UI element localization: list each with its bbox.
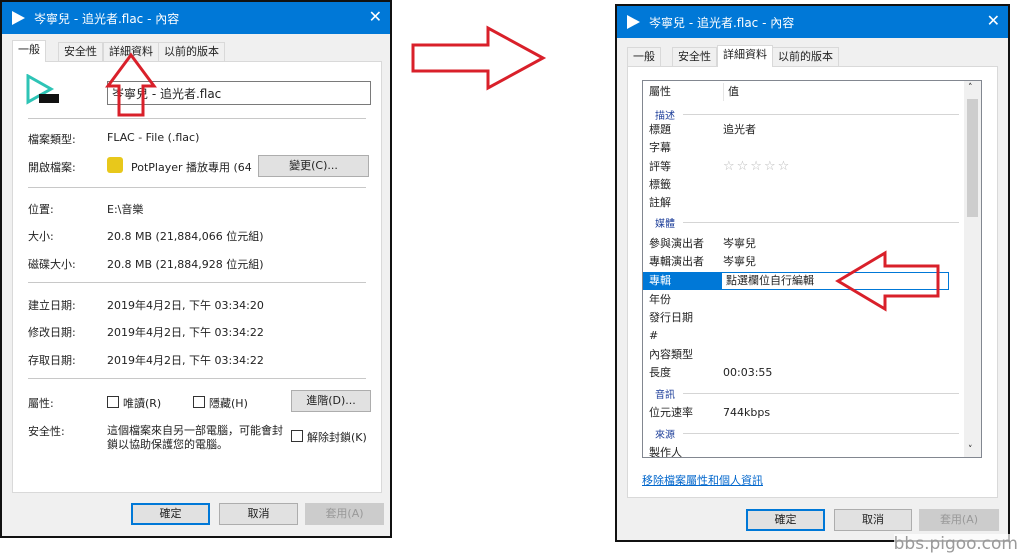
group-media: 媒體 — [655, 219, 675, 230]
row-title-value[interactable]: 追光者 — [723, 121, 756, 139]
scroll-up-icon[interactable]: ˄ — [968, 83, 973, 93]
modified-value: 2019年4月2日, 下午 03:34:22 — [107, 326, 264, 339]
watermark: bbs.pigoo.com — [893, 534, 1018, 554]
row-rating-key[interactable]: 評等 — [649, 158, 671, 176]
modified-label: 修改日期: — [28, 326, 76, 339]
hidden-checkbox[interactable] — [193, 396, 205, 408]
apply-button[interactable]: 套用(A) — [919, 509, 999, 531]
row-bitrate-value[interactable]: 744kbps — [723, 404, 770, 422]
group-description: 描述 — [655, 111, 675, 122]
tab-general[interactable]: 一般 — [627, 47, 661, 66]
rating-stars[interactable]: ☆☆☆☆☆ — [723, 158, 791, 176]
remove-properties-link[interactable]: 移除檔案屬性和個人資訊 — [642, 472, 763, 488]
close-icon[interactable]: ✕ — [987, 11, 1000, 30]
row-album-key[interactable]: 專輯 — [643, 272, 721, 290]
scroll-down-icon[interactable]: ˅ — [968, 445, 973, 455]
group-audio: 音訊 — [655, 390, 675, 401]
row-length-key[interactable]: 長度 — [649, 364, 671, 382]
row-bitrate-key[interactable]: 位元速率 — [649, 404, 693, 422]
general-panel: 岑寧兒 - 追光者.flac 檔案類型: FLAC - File (.flac)… — [12, 61, 382, 493]
apply-button[interactable]: 套用(A) — [305, 503, 384, 525]
unblock-label: 解除封鎖(K) — [307, 431, 367, 444]
flac-app-icon — [12, 11, 25, 25]
accessed-label: 存取日期: — [28, 354, 76, 367]
row-track-key[interactable]: # — [649, 327, 658, 345]
row-artist-key[interactable]: 參與演出者 — [649, 235, 704, 253]
opens-with-value: PotPlayer 播放專用 (64 — [131, 161, 252, 174]
ok-button[interactable]: 確定 — [746, 509, 825, 531]
row-comments-key[interactable]: 註解 — [649, 194, 671, 212]
size-value: 20.8 MB (21,884,066 位元組) — [107, 230, 264, 243]
row-producer-key[interactable]: 製作人 — [649, 444, 682, 457]
row-album-artist-value[interactable]: 岑寧兒 — [723, 253, 756, 271]
security-label: 安全性: — [28, 425, 65, 438]
file-type-label: 檔案類型: — [28, 133, 76, 146]
header-value[interactable]: 值 — [723, 83, 739, 101]
readonly-checkbox[interactable] — [107, 396, 119, 408]
accessed-value: 2019年4月2日, 下午 03:34:22 — [107, 354, 264, 367]
tab-general[interactable]: 一般 — [12, 40, 46, 62]
created-value: 2019年4月2日, 下午 03:34:20 — [107, 299, 264, 312]
tab-previous-versions[interactable]: 以前的版本 — [772, 47, 839, 66]
unblock-checkbox[interactable] — [291, 430, 303, 442]
row-year-key[interactable]: 年份 — [649, 291, 671, 309]
attributes-label: 屬性: — [28, 397, 54, 410]
dialog-title: 岑寧兒 - 追光者.flac - 內容 — [649, 15, 795, 30]
tab-details[interactable]: 詳細資料 — [717, 45, 773, 67]
disk-size-label: 磁碟大小: — [28, 258, 76, 271]
security-text-2: 鎖以協助保護您的電腦。 — [107, 438, 228, 451]
file-type-value: FLAC - File (.flac) — [107, 131, 200, 144]
right-arrow-annotation — [411, 25, 547, 91]
row-release-key[interactable]: 發行日期 — [649, 309, 693, 327]
title-bar: 岑寧兒 - 追光者.flac - 內容 ✕ — [617, 6, 1008, 38]
flac-file-icon — [26, 74, 59, 105]
row-title-key[interactable]: 標題 — [649, 121, 671, 139]
right-properties-dialog: 岑寧兒 - 追光者.flac - 內容 ✕ 一般 安全性 詳細資料 以前的版本 屬… — [615, 4, 1010, 542]
created-label: 建立日期: — [28, 299, 76, 312]
change-button[interactable]: 變更(C)... — [258, 155, 369, 177]
ok-button[interactable]: 確定 — [131, 503, 210, 525]
row-artist-value[interactable]: 岑寧兒 — [723, 235, 756, 253]
header-property[interactable]: 屬性 — [649, 83, 671, 101]
dialog-title: 岑寧兒 - 追光者.flac - 內容 — [34, 11, 180, 26]
scroll-thumb[interactable] — [967, 99, 978, 217]
cancel-button[interactable]: 取消 — [219, 503, 298, 525]
scrollbar[interactable]: ˄ ˅ — [964, 81, 981, 457]
location-value: E:\音樂 — [107, 203, 144, 216]
hidden-label: 隱藏(H) — [209, 397, 248, 410]
tab-security[interactable]: 安全性 — [58, 42, 103, 61]
up-arrow-annotation — [105, 52, 157, 117]
opens-with-label: 開啟檔案: — [28, 161, 76, 174]
advanced-button[interactable]: 進階(D)... — [291, 390, 371, 412]
tab-security[interactable]: 安全性 — [672, 47, 717, 66]
location-label: 位置: — [28, 203, 54, 216]
group-origin: 來源 — [655, 430, 675, 441]
left-properties-dialog: 岑寧兒 - 追光者.flac - 內容 ✕ 一般 安全性 詳細資料 以前的版本 岑… — [0, 0, 392, 538]
disk-size-value: 20.8 MB (21,884,928 位元組) — [107, 258, 264, 271]
readonly-label: 唯讀(R) — [123, 397, 162, 410]
row-subtitle-key[interactable]: 字幕 — [649, 139, 671, 157]
size-label: 大小: — [28, 230, 54, 243]
close-icon[interactable]: ✕ — [369, 7, 382, 26]
potplayer-icon — [107, 157, 123, 173]
row-genre-key[interactable]: 內容類型 — [649, 346, 693, 364]
row-tags-key[interactable]: 標籤 — [649, 176, 671, 194]
tab-previous-versions[interactable]: 以前的版本 — [158, 42, 225, 61]
cancel-button[interactable]: 取消 — [834, 509, 912, 531]
row-album-artist-key[interactable]: 專輯演出者 — [649, 253, 704, 271]
flac-app-icon — [627, 15, 640, 29]
row-length-value[interactable]: 00:03:55 — [723, 364, 772, 382]
title-bar: 岑寧兒 - 追光者.flac - 內容 ✕ — [2, 2, 390, 34]
left-arrow-annotation — [835, 250, 940, 312]
